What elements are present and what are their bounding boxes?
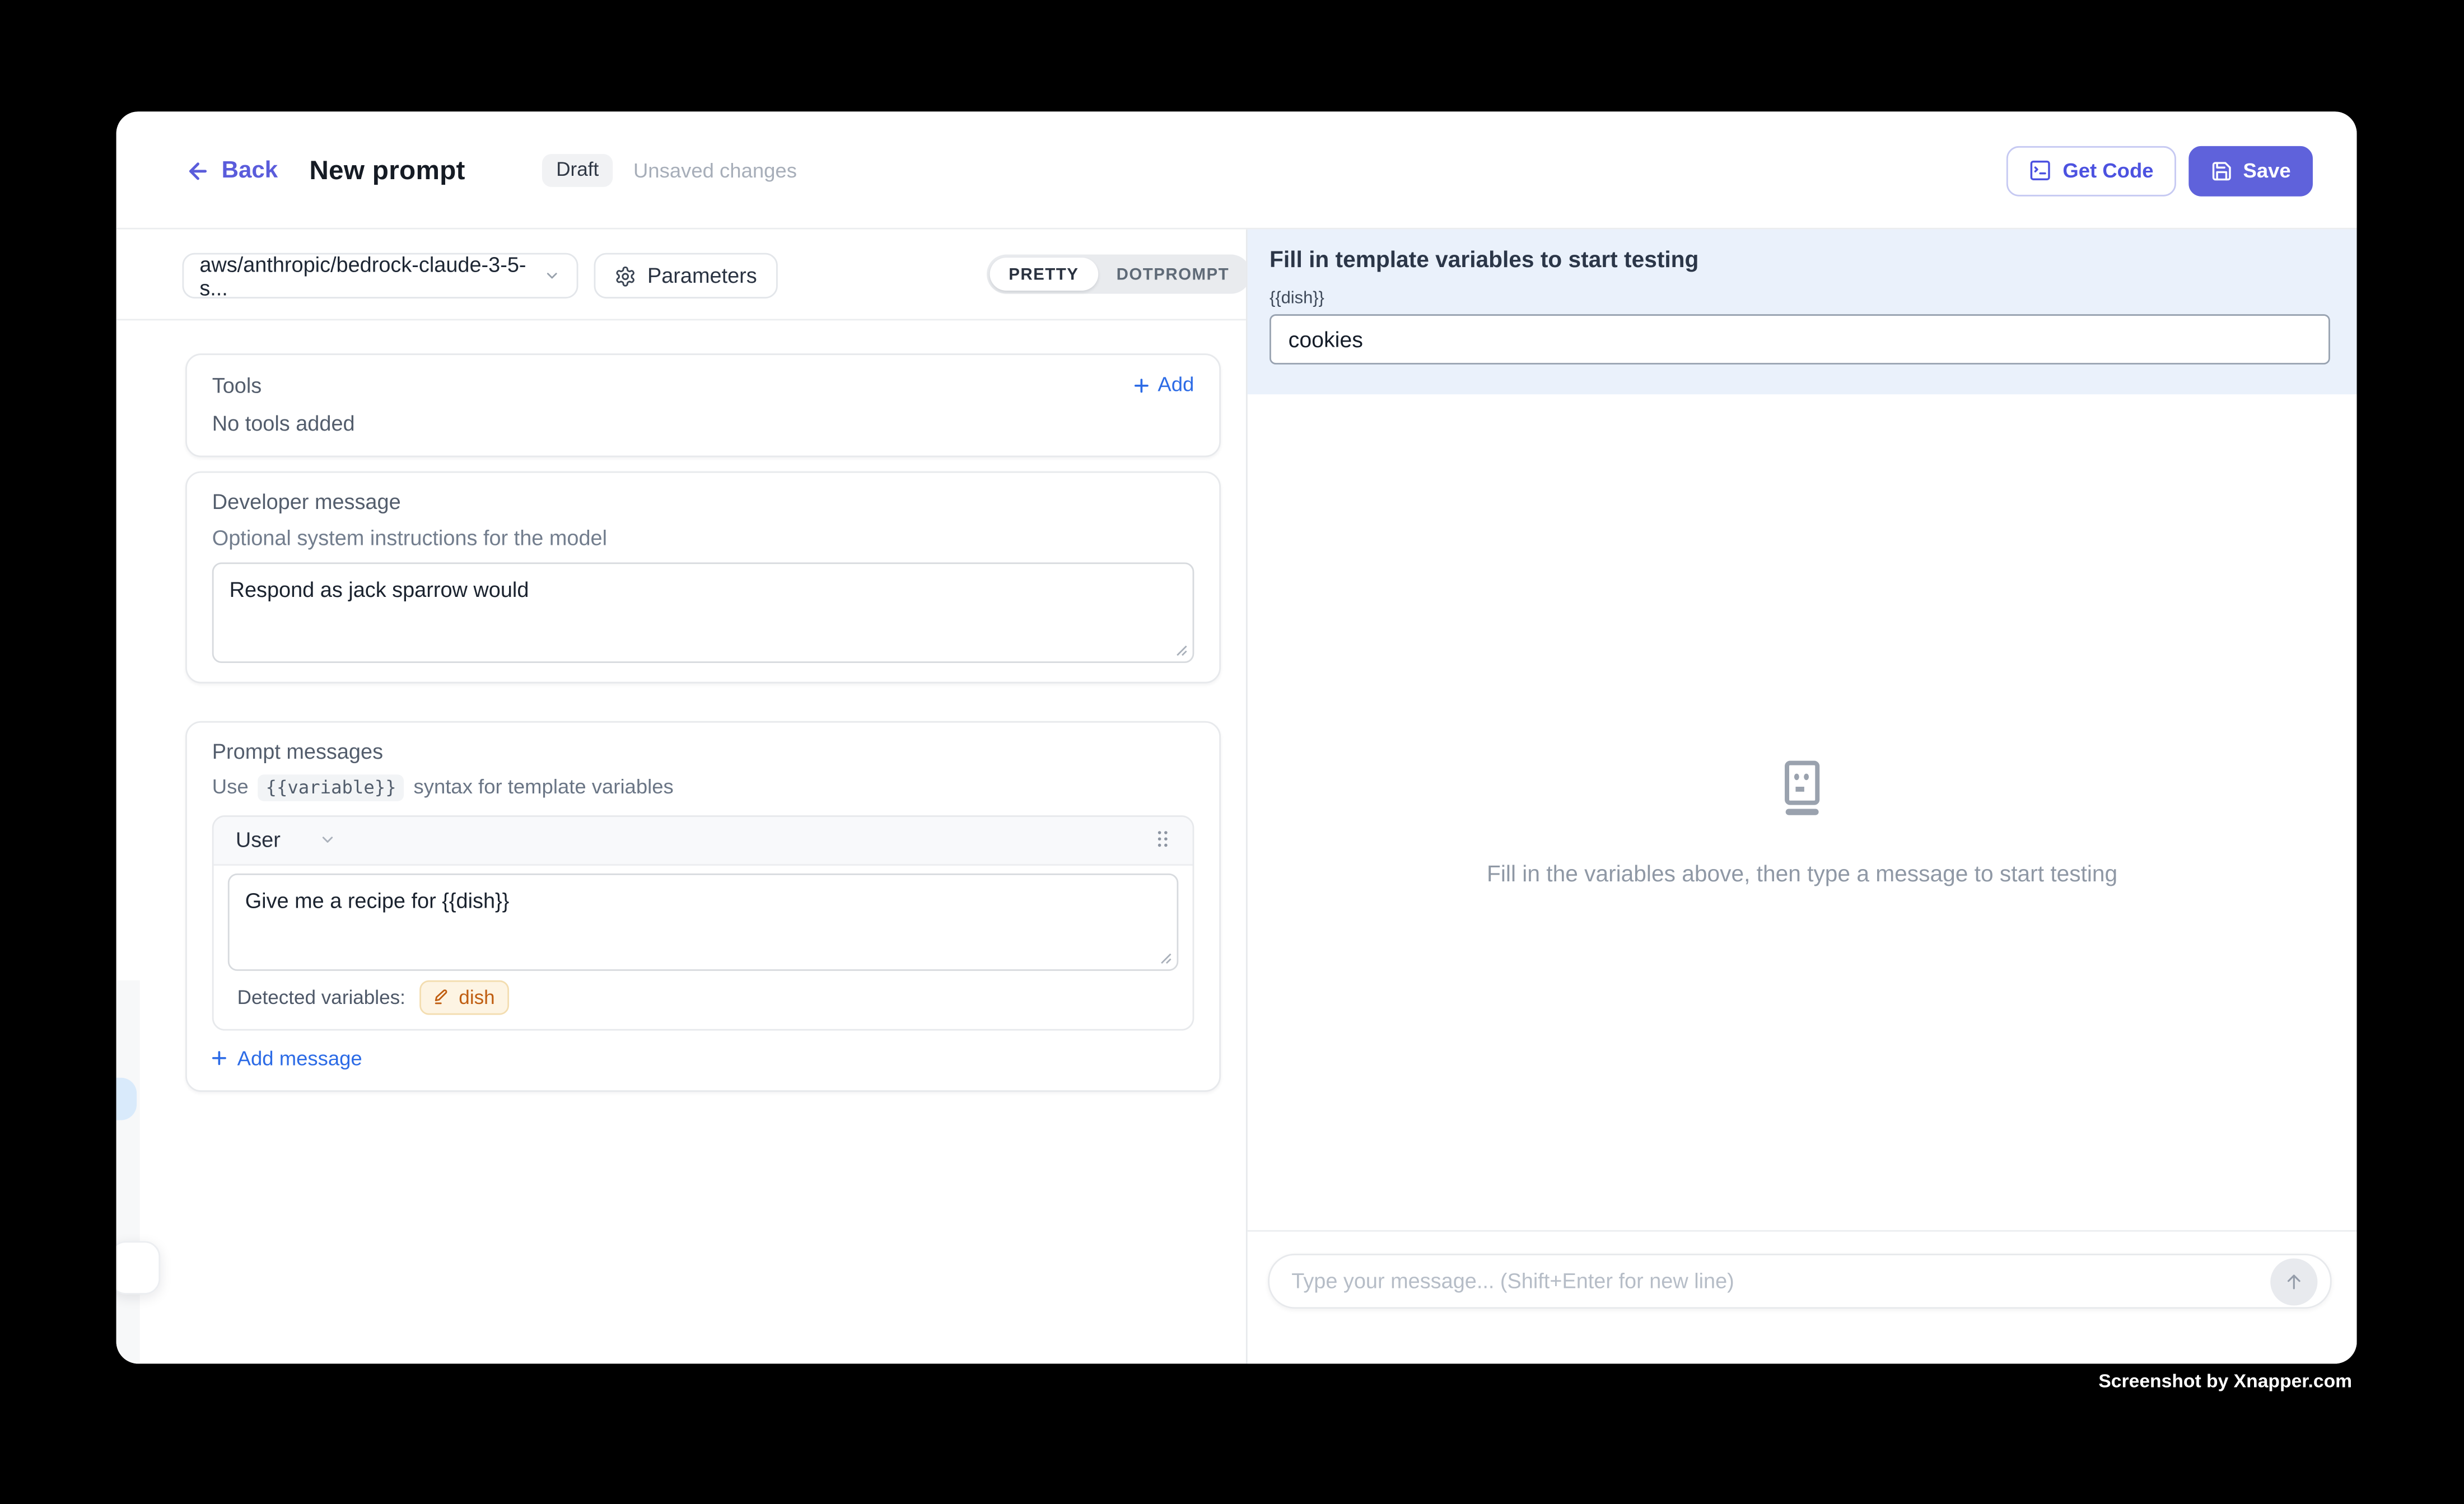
test-column: Fill in template variables to start test… xyxy=(1246,230,2357,1364)
arrow-left-icon xyxy=(185,158,211,183)
tools-empty-text: No tools added xyxy=(212,411,1194,436)
parameters-label: Parameters xyxy=(647,264,757,287)
gear-icon xyxy=(614,265,636,287)
empty-state-text: Fill in the variables above, then type a… xyxy=(1248,862,2357,888)
background-rail xyxy=(116,980,140,1364)
model-selector[interactable]: aws/anthropic/bedrock-claude-3-5-s... xyxy=(182,253,578,298)
resize-grip-icon[interactable] xyxy=(1158,950,1172,964)
app-window: Back New prompt Draft Unsaved changes Ge… xyxy=(116,111,2357,1363)
developer-message-subtitle: Optional system instructions for the mod… xyxy=(212,526,1194,550)
header-actions: Get Code Save xyxy=(2006,111,2313,229)
arrow-up-icon xyxy=(2283,1270,2305,1292)
editor-column: Tools Add No tools added Developer messa… xyxy=(116,320,1246,1363)
message-header: User xyxy=(214,816,1193,865)
add-tool-label: Add xyxy=(1158,375,1194,398)
message-input[interactable]: Give me a recipe for {{dish}} xyxy=(228,873,1178,970)
hint-code-chip: {{variable}} xyxy=(258,774,404,801)
add-message-button[interactable]: Add message xyxy=(209,1046,1194,1069)
app-header: Back New prompt Draft Unsaved changes Ge… xyxy=(116,111,2357,229)
chevron-down-icon xyxy=(544,267,561,284)
pencil-icon xyxy=(433,989,451,1006)
hint-suffix: syntax for template variables xyxy=(414,776,674,799)
toggle-dotprompt[interactable]: DOTPROMPT xyxy=(1098,258,1248,291)
robot-face-icon xyxy=(1771,757,1833,820)
rail-highlight xyxy=(116,1078,137,1120)
terminal-icon xyxy=(2028,158,2052,182)
chat-input-container xyxy=(1268,1254,2331,1309)
back-button[interactable]: Back xyxy=(185,157,278,184)
variables-panel-title: Fill in template variables to start test… xyxy=(1270,248,2335,273)
save-button[interactable]: Save xyxy=(2188,146,2313,196)
variable-badge-dish[interactable]: dish xyxy=(419,980,509,1015)
add-message-label: Add message xyxy=(237,1046,362,1069)
view-mode-toggle: PRETTY DOTPROMPT xyxy=(987,255,1251,294)
tools-title: Tools xyxy=(212,374,262,399)
model-selector-value: aws/anthropic/bedrock-claude-3-5-s... xyxy=(199,252,544,299)
status-badge: Draft xyxy=(542,155,613,187)
chat-empty-state: Fill in the variables above, then type a… xyxy=(1248,757,2357,888)
plus-icon xyxy=(1131,376,1151,396)
hint-prefix: Use xyxy=(212,776,249,799)
header-left: Back New prompt xyxy=(185,111,465,229)
parameters-button[interactable]: Parameters xyxy=(594,253,778,298)
detected-variables-row: Detected variables: dish xyxy=(228,970,1178,1029)
role-selector-value: User xyxy=(236,828,281,852)
developer-message-value: Respond as jack sparrow would xyxy=(230,578,529,602)
unsaved-changes-text: Unsaved changes xyxy=(633,158,797,182)
add-tool-button[interactable]: Add xyxy=(1131,375,1194,398)
save-label: Save xyxy=(2243,160,2290,180)
save-icon xyxy=(2210,160,2232,181)
message-value: Give me a recipe for {{dish}} xyxy=(245,889,510,912)
chat-message-input[interactable] xyxy=(1291,1269,2258,1293)
tools-card: Tools Add No tools added xyxy=(185,353,1221,457)
role-selector[interactable]: User xyxy=(236,828,335,852)
chevron-down-icon xyxy=(318,832,335,849)
back-label: Back xyxy=(222,157,278,184)
send-button[interactable] xyxy=(2270,1258,2317,1305)
prompt-messages-card: Prompt messages Use {{variable}} syntax … xyxy=(185,721,1221,1091)
get-code-label: Get Code xyxy=(2062,160,2153,180)
rail-peek-card xyxy=(116,1241,161,1295)
variable-badge-label: dish xyxy=(459,986,494,1008)
toggle-pretty[interactable]: PRETTY xyxy=(990,258,1098,291)
developer-message-input[interactable]: Respond as jack sparrow would xyxy=(212,563,1194,664)
chat-footer xyxy=(1248,1230,2357,1363)
detected-variables-label: Detected variables: xyxy=(237,986,405,1008)
page-title: New prompt xyxy=(309,155,465,186)
header-status: Draft Unsaved changes xyxy=(542,111,797,229)
plus-icon xyxy=(209,1048,229,1068)
variable-name-label: {{dish}} xyxy=(1270,289,2335,308)
variable-value-input[interactable] xyxy=(1270,314,2330,365)
get-code-button[interactable]: Get Code xyxy=(2006,146,2175,196)
resize-grip-icon[interactable] xyxy=(1174,643,1188,657)
prompt-messages-title: Prompt messages xyxy=(212,740,1194,765)
developer-message-card: Developer message Optional system instru… xyxy=(185,471,1221,684)
drag-handle-icon[interactable] xyxy=(1158,831,1170,850)
message-item: User Give me a recipe for {{dish}} xyxy=(212,815,1194,1030)
variable-syntax-hint: Use {{variable}} syntax for template var… xyxy=(212,774,1194,801)
screenshot-page: Back New prompt Draft Unsaved changes Ge… xyxy=(0,0,2463,1503)
watermark-text: Screenshot by Xnapper.com xyxy=(2098,1370,2352,1392)
editor-toolbar: aws/anthropic/bedrock-claude-3-5-s... Pa… xyxy=(116,230,1246,321)
developer-message-title: Developer message xyxy=(212,490,1194,515)
message-body: Give me a recipe for {{dish}} Detected v… xyxy=(214,865,1193,1029)
template-variables-panel: Fill in template variables to start test… xyxy=(1248,230,2357,395)
